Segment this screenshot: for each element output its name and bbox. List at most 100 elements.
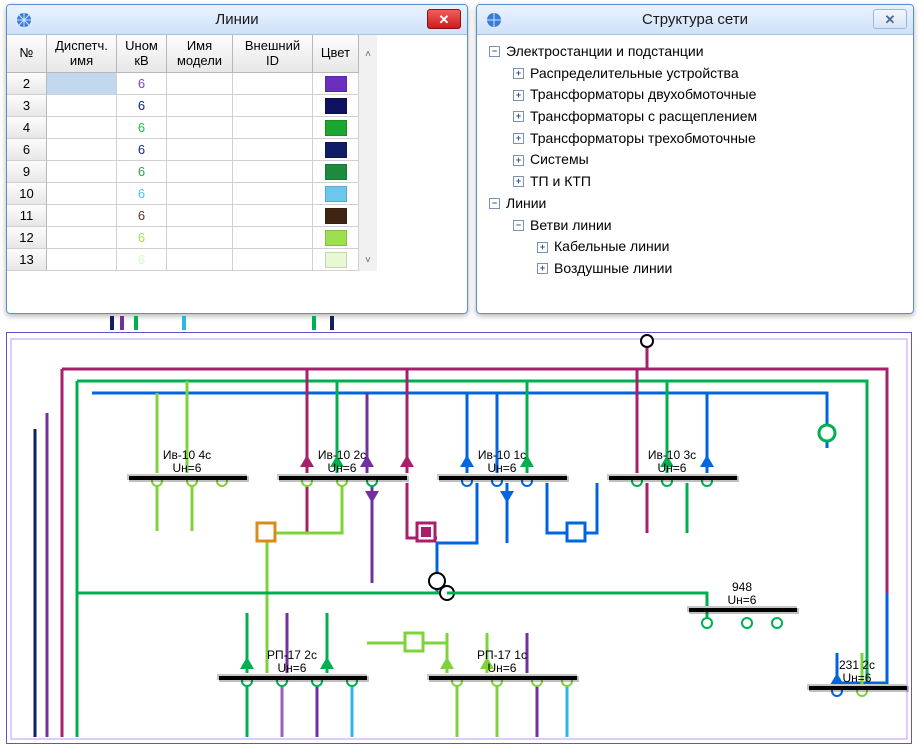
cell-model[interactable]	[167, 227, 233, 249]
cell-dispatch-name[interactable]	[47, 73, 117, 95]
tree-node-trans-split[interactable]: + Трансформаторы с расщеплением	[485, 106, 905, 128]
cell-dispatch-name[interactable]	[47, 183, 117, 205]
tree-node-stations[interactable]: − Электростанции и подстанции	[485, 41, 905, 63]
cell-extid[interactable]	[233, 183, 313, 205]
row-number[interactable]: 4	[7, 117, 47, 139]
cell-model[interactable]	[167, 205, 233, 227]
cell-dispatch-name[interactable]	[47, 117, 117, 139]
row-number[interactable]: 11	[7, 205, 47, 227]
cell-unom[interactable]: 6	[117, 249, 167, 271]
cell-color-swatch[interactable]	[313, 161, 359, 183]
cell-model[interactable]	[167, 117, 233, 139]
col-color[interactable]: Цвет	[313, 35, 359, 73]
lines-close-button[interactable]: ✕	[427, 9, 461, 29]
scroll-up[interactable]: ˄	[359, 35, 377, 73]
cell-color-swatch[interactable]	[313, 95, 359, 117]
cell-model[interactable]	[167, 139, 233, 161]
tree-node-cable[interactable]: + Кабельные линии	[485, 236, 905, 258]
cell-dispatch-name[interactable]	[47, 161, 117, 183]
tree-node-branches[interactable]: − Ветви линии	[485, 215, 905, 237]
cell-color-swatch[interactable]	[313, 117, 359, 139]
row-number[interactable]: 6	[7, 139, 47, 161]
cell-model[interactable]	[167, 183, 233, 205]
cell-extid[interactable]	[233, 117, 313, 139]
structure-titlebar[interactable]: Структура сети ✕	[477, 5, 913, 35]
cell-dispatch-name[interactable]	[47, 227, 117, 249]
expand-icon[interactable]: +	[537, 263, 548, 274]
row-number[interactable]: 10	[7, 183, 47, 205]
cell-unom[interactable]: 6	[117, 183, 167, 205]
col-num[interactable]: №	[7, 35, 47, 73]
scroll-track[interactable]	[359, 139, 377, 161]
row-number[interactable]: 3	[7, 95, 47, 117]
cell-unom[interactable]: 6	[117, 205, 167, 227]
scroll-track[interactable]	[359, 205, 377, 227]
cell-dispatch-name[interactable]	[47, 249, 117, 271]
tree-node-trans3[interactable]: + Трансформаторы трехобмоточные	[485, 128, 905, 150]
collapse-icon[interactable]: −	[489, 198, 500, 209]
expand-icon[interactable]: +	[513, 176, 524, 187]
cell-dispatch-name[interactable]	[47, 95, 117, 117]
cell-color-swatch[interactable]	[313, 139, 359, 161]
cell-model[interactable]	[167, 73, 233, 95]
row-number[interactable]: 2	[7, 73, 47, 95]
cell-extid[interactable]	[233, 73, 313, 95]
cell-dispatch-name[interactable]	[47, 139, 117, 161]
cell-extid[interactable]	[233, 205, 313, 227]
cell-extid[interactable]	[233, 249, 313, 271]
cell-color-swatch[interactable]	[313, 227, 359, 249]
expand-icon[interactable]: +	[513, 90, 524, 101]
scroll-track[interactable]	[359, 73, 377, 95]
cell-unom[interactable]: 6	[117, 161, 167, 183]
cell-unom[interactable]: 6	[117, 117, 167, 139]
col-model[interactable]: Имя модели	[167, 35, 233, 73]
cell-unom[interactable]: 6	[117, 139, 167, 161]
tree-node-air[interactable]: + Воздушные линии	[485, 258, 905, 280]
scroll-track[interactable]	[359, 95, 377, 117]
col-disp[interactable]: Диспетч. имя	[47, 35, 117, 73]
scroll-track[interactable]	[359, 183, 377, 205]
cell-unom[interactable]: 6	[117, 227, 167, 249]
cell-color-swatch[interactable]	[313, 183, 359, 205]
tree-node-ru[interactable]: + Распределительные устройства	[485, 63, 905, 85]
cell-model[interactable]	[167, 161, 233, 183]
cell-extid[interactable]	[233, 139, 313, 161]
busbar-rp17-1c[interactable]: РП-17 1сUн=6	[427, 649, 577, 680]
cell-color-swatch[interactable]	[313, 249, 359, 271]
busbar-b231-2c[interactable]: 231 2сUн=6	[807, 659, 907, 690]
busbar-b948[interactable]: 948Uн=6	[687, 581, 797, 612]
lines-titlebar[interactable]: Линии ✕	[7, 5, 467, 35]
expand-icon[interactable]: +	[513, 155, 524, 166]
busbar-iv10-4c[interactable]: Ив-10 4сUн=6	[127, 449, 247, 480]
cell-model[interactable]	[167, 249, 233, 271]
cell-extid[interactable]	[233, 161, 313, 183]
col-extid[interactable]: Внешний ID	[233, 35, 313, 73]
cell-model[interactable]	[167, 95, 233, 117]
col-unom[interactable]: Uном кВ	[117, 35, 167, 73]
scroll-track[interactable]	[359, 161, 377, 183]
expand-icon[interactable]: +	[537, 242, 548, 253]
structure-close-button[interactable]: ✕	[873, 9, 907, 29]
row-number[interactable]: 13	[7, 249, 47, 271]
collapse-icon[interactable]: −	[513, 220, 524, 231]
expand-icon[interactable]: +	[513, 133, 524, 144]
tree-node-systems[interactable]: + Системы	[485, 149, 905, 171]
busbar-iv10-3c[interactable]: Ив-10 3сUн=6	[607, 449, 737, 480]
network-diagram[interactable]: Ив-10 4сUн=6 Ив-10 2сUн=6 Ив-10 1сUн=6 Ив-1…	[6, 332, 912, 744]
scroll-track[interactable]: ˅	[359, 249, 377, 271]
tree-node-tp[interactable]: + ТП и КТП	[485, 171, 905, 193]
scroll-track[interactable]	[359, 227, 377, 249]
busbar-iv10-2c[interactable]: Ив-10 2сUн=6	[277, 449, 407, 480]
cell-extid[interactable]	[233, 227, 313, 249]
expand-icon[interactable]: +	[513, 68, 524, 79]
cell-unom[interactable]: 6	[117, 95, 167, 117]
cell-unom[interactable]: 6	[117, 73, 167, 95]
busbar-iv10-1c[interactable]: Ив-10 1сUн=6	[437, 449, 567, 480]
busbar-rp17-2c[interactable]: РП-17 2сUн=6	[217, 649, 367, 680]
row-number[interactable]: 9	[7, 161, 47, 183]
tree-node-trans2[interactable]: + Трансформаторы двухобмоточные	[485, 84, 905, 106]
expand-icon[interactable]: +	[513, 111, 524, 122]
cell-color-swatch[interactable]	[313, 205, 359, 227]
scroll-track[interactable]	[359, 117, 377, 139]
tree-node-lines[interactable]: − Линии	[485, 193, 905, 215]
